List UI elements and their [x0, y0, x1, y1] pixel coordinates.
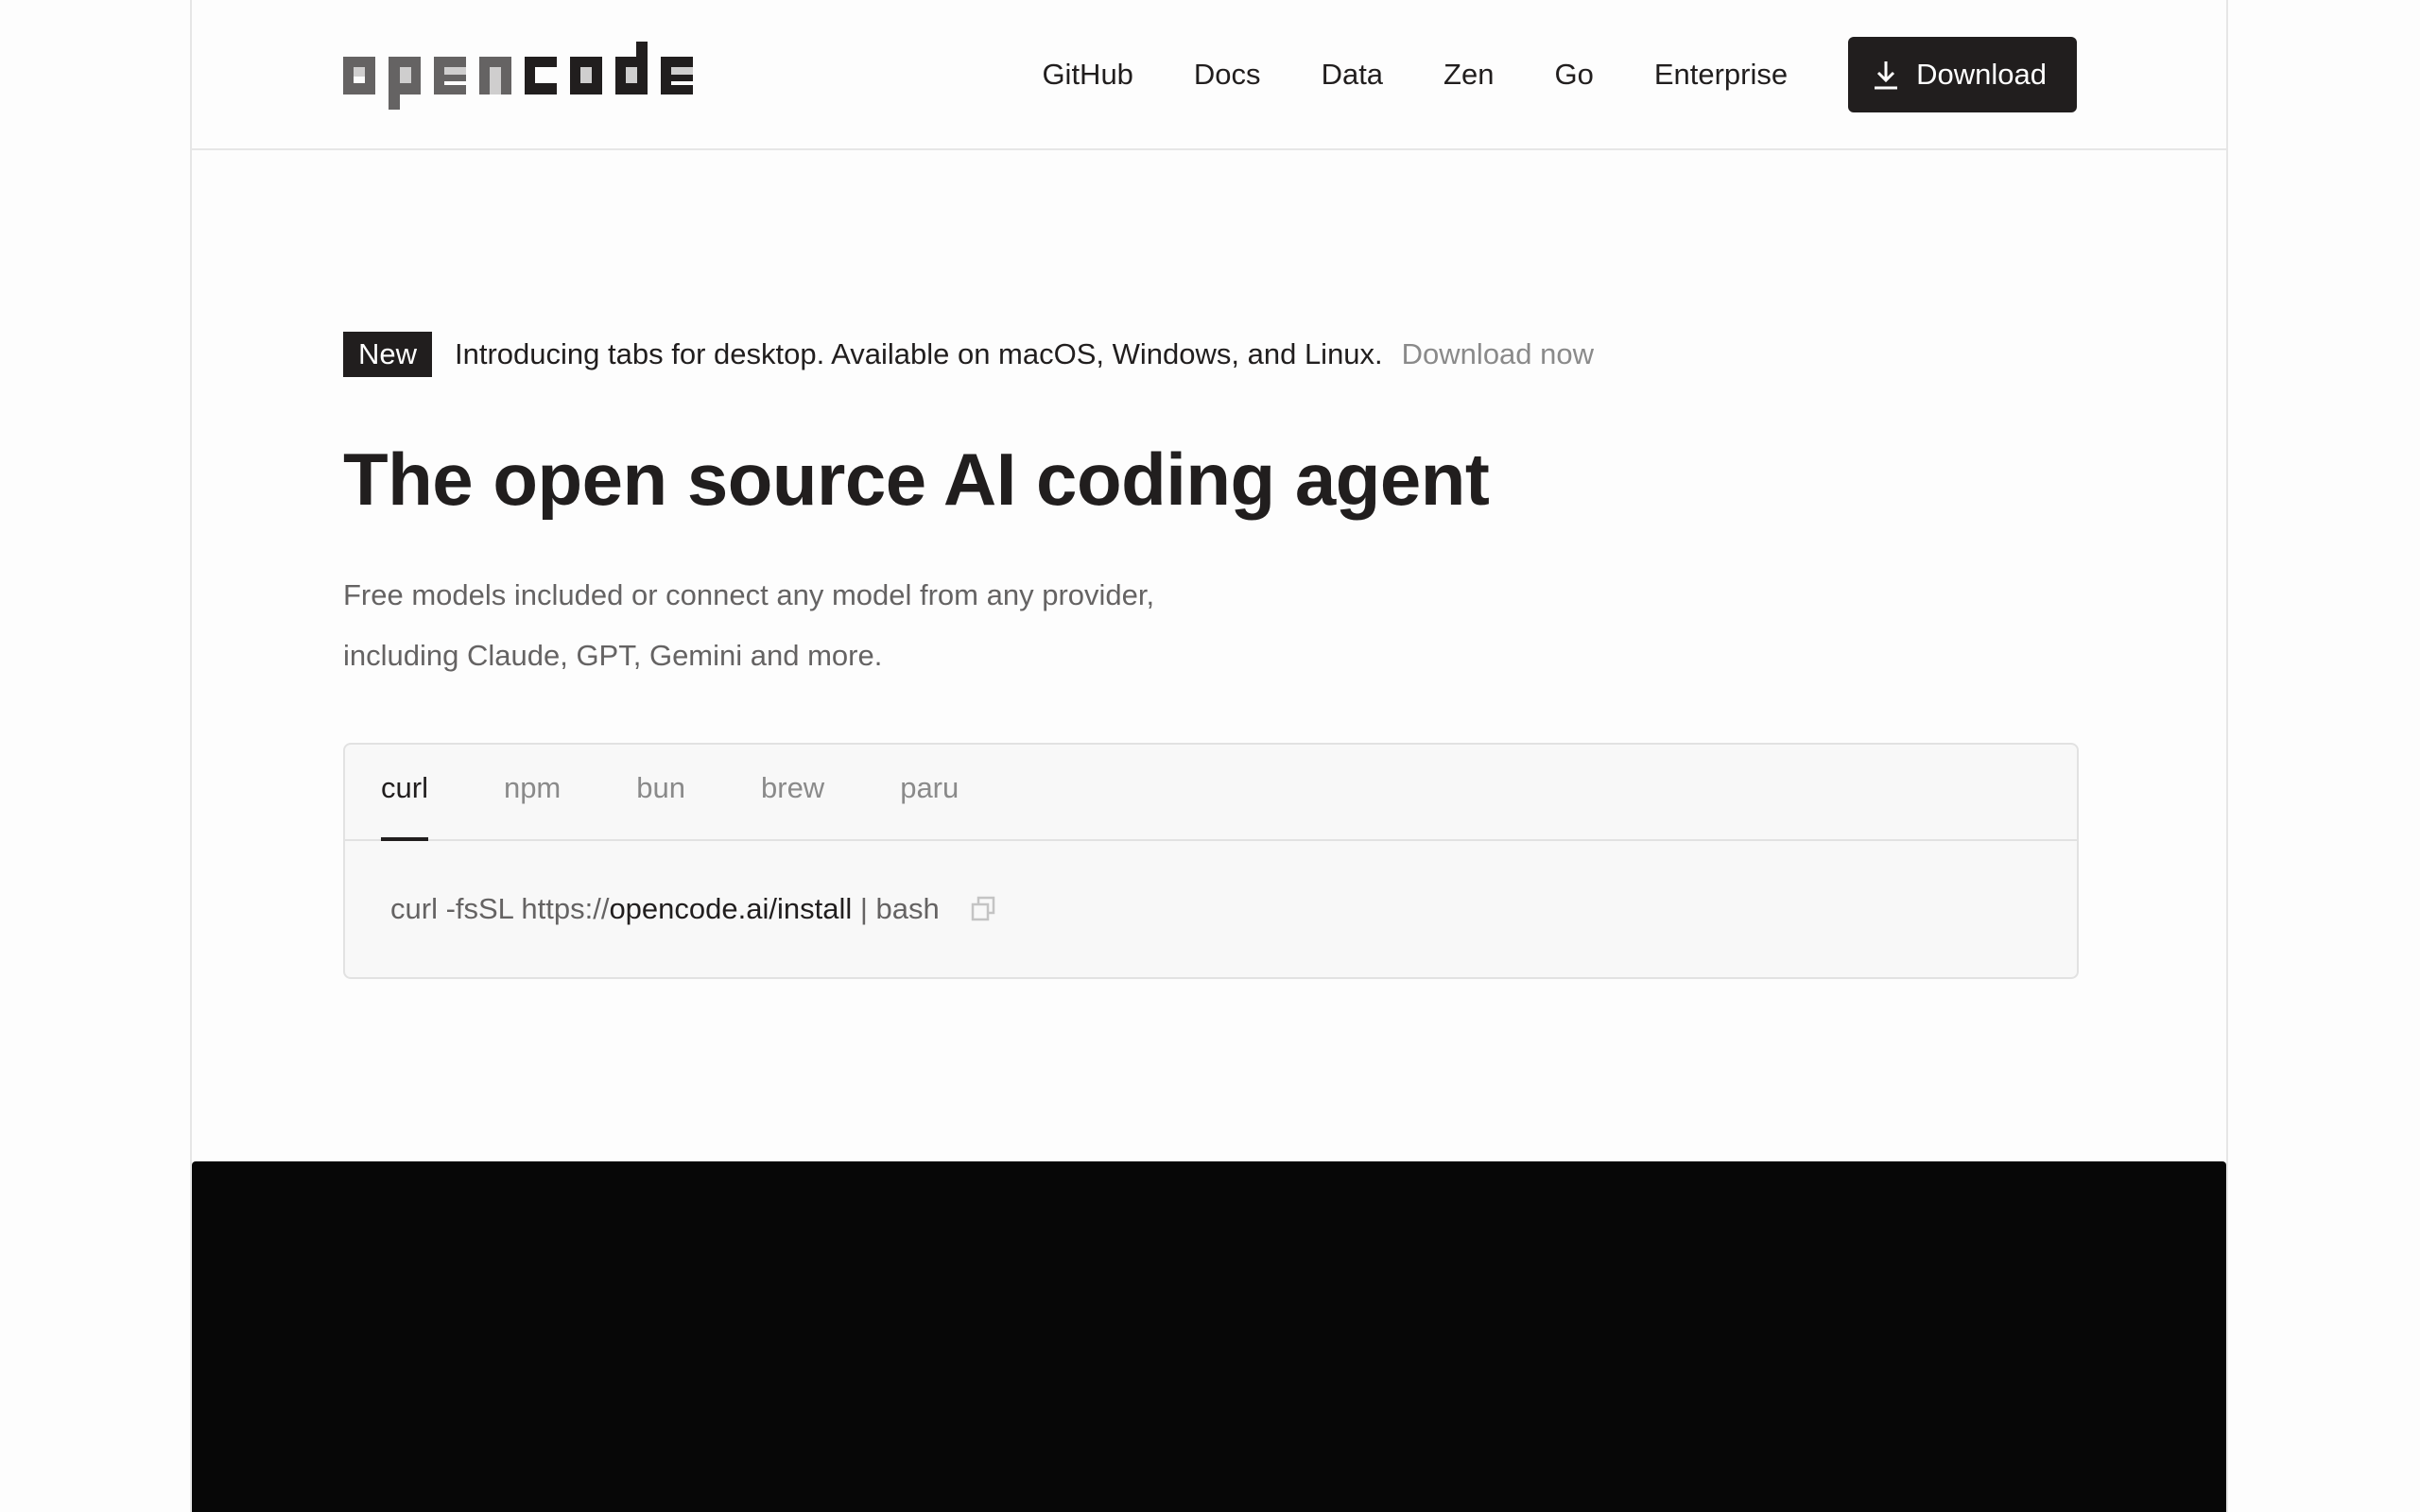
hero-subtitle-line-1: Free models included or connect any mode… [343, 578, 1155, 611]
site-header: GitHub Docs Data Zen Go Enterprise Downl… [192, 0, 2226, 150]
download-button-label: Download [1916, 58, 2047, 91]
nav-link-data[interactable]: Data [1322, 58, 1383, 92]
hero-subtitle-line-2: including Claude, GPT, Gemini and more. [343, 639, 883, 672]
product-preview-panel [192, 1161, 2226, 1512]
install-tabs: curl npm bun brew paru [345, 745, 2077, 841]
main-nav: GitHub Docs Data Zen Go Enterprise Downl… [1042, 36, 2077, 113]
page-frame: GitHub Docs Data Zen Go Enterprise Downl… [190, 0, 2228, 1512]
install-box: curl npm bun brew paru curl -fsSL https:… [343, 743, 2079, 979]
tab-npm[interactable]: npm [504, 745, 561, 839]
nav-link-enterprise[interactable]: Enterprise [1654, 58, 1788, 92]
nav-link-zen[interactable]: Zen [1443, 58, 1494, 92]
announcement-text: Introducing tabs for desktop. Available … [455, 337, 1383, 370]
command-prefix: curl -fsSL https:// [390, 892, 610, 925]
hero-subtitle: Free models included or connect any mode… [343, 565, 1154, 686]
download-icon [1875, 61, 1898, 90]
new-badge: New [343, 332, 433, 377]
nav-link-docs[interactable]: Docs [1194, 58, 1261, 92]
install-command: curl -fsSL https:// opencode.ai/install … [345, 841, 2077, 977]
tab-bun[interactable]: bun [636, 745, 685, 839]
tab-paru[interactable]: paru [900, 745, 959, 839]
command-suffix: | bash [852, 892, 940, 925]
copy-icon[interactable] [970, 896, 996, 922]
tab-curl[interactable]: curl [381, 745, 428, 841]
nav-link-go[interactable]: Go [1554, 58, 1593, 92]
download-now-link[interactable]: Download now [1402, 337, 1594, 371]
tab-brew[interactable]: brew [761, 745, 824, 839]
announcement-bar: New Introducing tabs for desktop. Availa… [343, 332, 1594, 377]
command-url: opencode.ai/install [609, 892, 853, 925]
hero-title: The open source AI coding agent [343, 438, 1490, 521]
opencode-logo[interactable] [343, 42, 704, 110]
nav-link-github[interactable]: GitHub [1042, 58, 1132, 92]
download-button[interactable]: Download [1848, 37, 2077, 112]
